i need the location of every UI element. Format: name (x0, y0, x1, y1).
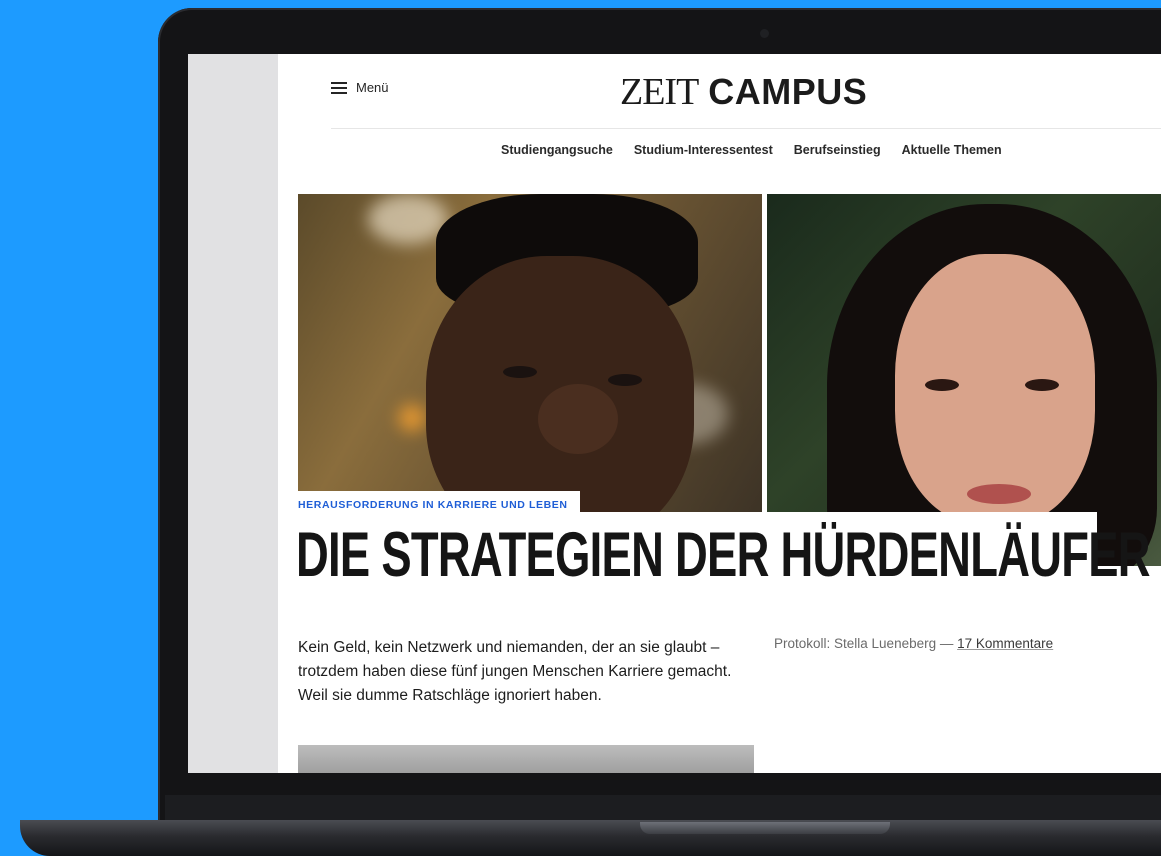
article-kicker: HERAUSFORDERUNG IN KARRIERE UND LEBEN (298, 491, 580, 517)
article-headline[interactable]: DIE STRATEGIEN DER HÜRDENLÄUFER (296, 524, 1151, 587)
left-gutter (188, 54, 278, 773)
next-article-image[interactable] (298, 745, 754, 773)
hero-photo-woman[interactable] (767, 194, 1161, 566)
laptop-notch (640, 822, 890, 834)
logo-zeit: ZEIT (620, 71, 699, 113)
article-teaser: Kein Geld, kein Netzwerk und niemanden, … (298, 639, 732, 704)
logo-campus: CAMPUS (708, 71, 868, 112)
menu-button[interactable]: Menü (331, 80, 389, 95)
main-nav: Studiengangsuche Studium-Interessentest … (501, 143, 1002, 157)
article-byline: Protokoll: Stella Lueneberg — 17 Komment… (774, 636, 1053, 651)
camera-dot (760, 29, 769, 38)
nav-item-berufseinstieg[interactable]: Berufseinstieg (794, 143, 881, 157)
hamburger-icon (331, 81, 347, 94)
laptop-hinge (165, 795, 1161, 823)
nav-item-studium-interessentest[interactable]: Studium-Interessentest (634, 143, 773, 157)
byline-separator: — (936, 636, 958, 651)
nav-item-aktuelle-themen[interactable]: Aktuelle Themen (902, 143, 1002, 157)
nav-item-studiengangsuche[interactable]: Studiengangsuche (501, 143, 613, 157)
laptop-base (20, 820, 1161, 856)
menu-label: Menü (356, 80, 389, 95)
header-divider (331, 128, 1161, 129)
hero-photo-man[interactable] (298, 194, 762, 512)
byline-author: Protokoll: Stella Lueneberg (774, 636, 937, 651)
site-logo[interactable]: ZEIT CAMPUS (620, 70, 867, 114)
browser-screen: Menü ZEIT CAMPUS Studiengangsuche Studiu… (188, 54, 1161, 773)
comments-link[interactable]: 17 Kommentare (957, 636, 1053, 651)
